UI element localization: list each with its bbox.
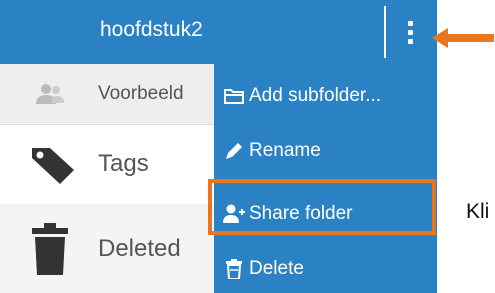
- menu-item-add-subfolder[interactable]: Add subfolder...: [214, 76, 437, 116]
- sidebar: Voorbeeld Tags Deleted: [0, 64, 214, 293]
- trash-icon: [223, 258, 245, 280]
- menu-item-label: Delete: [249, 258, 304, 279]
- folder-icon: [223, 85, 245, 107]
- arrow-left-icon: [432, 28, 494, 48]
- menu-item-label: Add subfolder...: [249, 85, 382, 106]
- sidebar-item-label: Deleted: [98, 234, 181, 262]
- header-divider: [384, 6, 386, 58]
- menu-item-label: Rename: [249, 140, 321, 161]
- folder-header: hoofdstuk2: [0, 0, 437, 64]
- sidebar-item-voorbeeld[interactable]: Voorbeeld: [0, 64, 214, 124]
- sidebar-item-label: Voorbeeld: [98, 83, 184, 104]
- sidebar-item-label: Tags: [98, 150, 149, 177]
- vertical-dots-icon[interactable]: [397, 14, 423, 50]
- sidebar-item-tags[interactable]: Tags: [0, 124, 214, 204]
- pencil-icon: [223, 140, 245, 162]
- highlight-box: [208, 179, 436, 235]
- instruction-text: Kli: [466, 200, 490, 223]
- menu-item-rename[interactable]: Rename: [214, 131, 437, 171]
- sidebar-item-deleted[interactable]: Deleted: [0, 204, 214, 293]
- users-icon: [36, 83, 64, 105]
- tag-icon: [30, 144, 78, 184]
- menu-item-delete[interactable]: Delete: [214, 249, 437, 289]
- folder-title: hoofdstuk2: [100, 18, 203, 41]
- trash-icon: [30, 222, 70, 275]
